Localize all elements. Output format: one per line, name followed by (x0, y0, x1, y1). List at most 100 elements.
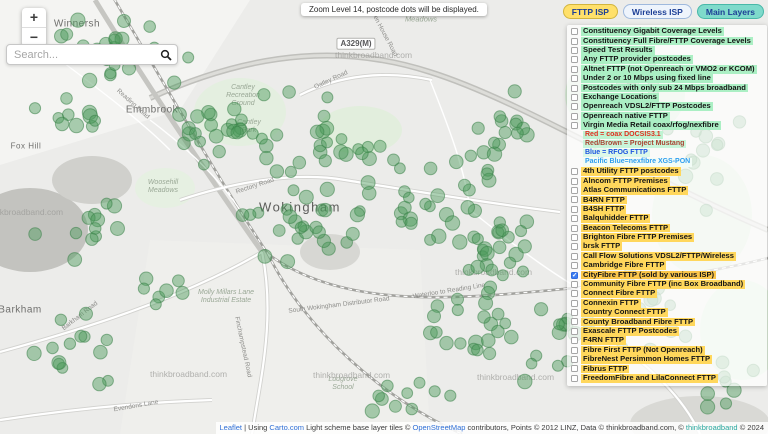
postcode-dot[interactable] (272, 224, 286, 237)
postcode-dot[interactable] (26, 345, 42, 361)
postcode-dot[interactable] (257, 249, 273, 264)
layer-checkbox[interactable] (571, 205, 578, 213)
postcode-dot[interactable] (60, 92, 73, 105)
postcode-dot[interactable] (167, 75, 182, 90)
postcode-dot[interactable] (471, 121, 485, 135)
postcode-dot[interactable] (74, 329, 88, 343)
layer-label[interactable]: FibreNest Persimmon Homes FTTP (581, 354, 713, 364)
postcode-dot[interactable] (70, 12, 86, 28)
layer-checkbox[interactable] (571, 299, 578, 307)
layer-label[interactable]: Any FTTP provider postcodes (581, 55, 693, 65)
postcode-dot[interactable] (503, 256, 517, 269)
postcode-dot[interactable] (28, 102, 42, 115)
attribution-link[interactable]: thinkbroadband (686, 423, 738, 432)
postcode-dot[interactable] (519, 214, 535, 229)
postcode-dot[interactable] (63, 337, 77, 350)
postcode-dot[interactable] (259, 138, 274, 154)
postcode-dot[interactable] (449, 154, 464, 170)
layer-label[interactable]: Connect Fibre FTTP (581, 289, 658, 299)
postcode-dot[interactable] (373, 139, 387, 153)
layer-label[interactable]: 4th Utility FTTP postcodes (581, 167, 681, 177)
layer-checkbox[interactable] (571, 346, 578, 354)
postcode-dot[interactable] (486, 146, 503, 162)
main-layers-button[interactable]: Main Layers (696, 4, 764, 19)
fttp-isp-button[interactable]: FTTP ISP (562, 4, 618, 19)
layer-checkbox[interactable] (571, 122, 578, 130)
postcode-dot[interactable] (28, 227, 42, 241)
attribution-link[interactable]: OpenStreetMap (413, 423, 466, 432)
postcode-dot[interactable] (491, 324, 505, 339)
zoom-in-button[interactable]: + (22, 8, 46, 27)
search-input[interactable] (12, 47, 160, 62)
layer-checkbox[interactable] (571, 290, 578, 298)
layer-checkbox[interactable] (571, 224, 578, 232)
postcode-dot[interactable] (427, 309, 441, 324)
layer-checkbox[interactable] (571, 374, 578, 382)
postcode-dot[interactable] (317, 109, 331, 123)
postcode-dot[interactable] (149, 298, 162, 311)
postcode-dot[interactable] (451, 303, 464, 317)
postcode-dot[interactable] (458, 178, 471, 192)
postcode-dot[interactable] (282, 209, 298, 225)
postcode-dot[interactable] (60, 27, 74, 41)
postcode-dot[interactable] (259, 150, 274, 166)
attribution-link[interactable]: Carto.com (269, 423, 304, 432)
layer-checkbox[interactable] (571, 215, 578, 223)
postcode-dot[interactable] (444, 215, 461, 231)
postcode-dot[interactable] (507, 84, 522, 99)
layer-checkbox[interactable] (571, 46, 578, 54)
layer-checkbox[interactable] (571, 37, 578, 45)
layer-checkbox[interactable] (571, 177, 578, 185)
layer-label[interactable]: brsk FTTP (581, 242, 623, 252)
layer-row[interactable]: FibreNest Persimmon Homes FTTP (569, 354, 767, 364)
layer-checkbox[interactable] (571, 112, 578, 120)
layer-checkbox[interactable] (571, 318, 578, 326)
postcode-dot[interactable] (212, 144, 226, 159)
postcode-dot[interactable] (700, 399, 716, 415)
postcode-dot[interactable] (517, 265, 529, 278)
layer-row[interactable]: Balquhidder FTTP (569, 213, 767, 224)
layer-checkbox[interactable] (571, 327, 578, 335)
layer-checkbox[interactable] (571, 309, 578, 317)
postcode-dot[interactable] (477, 310, 491, 324)
layer-checkbox[interactable] (571, 65, 578, 73)
postcode-dot[interactable] (312, 225, 326, 239)
postcode-dot[interactable] (470, 259, 486, 275)
postcode-dot[interactable] (235, 113, 248, 127)
postcode-dot[interactable] (54, 116, 70, 132)
layer-checkbox[interactable] (571, 168, 578, 176)
postcode-dot[interactable] (284, 165, 297, 178)
layer-label[interactable]: Constituency Gigabit Coverage Levels (581, 26, 724, 37)
postcode-dot[interactable] (483, 346, 497, 361)
postcode-dot[interactable] (172, 274, 185, 288)
postcode-dot[interactable] (444, 389, 457, 402)
search-icon[interactable] (160, 49, 172, 61)
postcode-dot[interactable] (525, 357, 538, 370)
postcode-dot[interactable] (496, 269, 509, 282)
postcode-dot[interactable] (318, 154, 332, 168)
layer-checkbox[interactable] (571, 280, 578, 288)
postcode-dot[interactable] (349, 207, 365, 223)
postcode-dot[interactable] (159, 283, 174, 299)
postcode-dot[interactable] (100, 333, 114, 347)
postcode-dot[interactable] (485, 263, 499, 277)
layer-checkbox[interactable] (571, 93, 578, 101)
postcode-dot[interactable] (517, 373, 533, 390)
postcode-dot[interactable] (498, 125, 512, 140)
postcode-dot[interactable] (172, 107, 187, 122)
postcode-dot[interactable] (460, 200, 476, 215)
layer-checkbox[interactable] (571, 233, 578, 241)
postcode-dot[interactable] (182, 51, 195, 64)
postcode-dot[interactable] (143, 20, 156, 33)
postcode-dot[interactable] (439, 335, 454, 351)
postcode-dot[interactable] (404, 216, 418, 230)
postcode-dot[interactable] (452, 234, 468, 250)
postcode-dot[interactable] (372, 389, 386, 403)
layer-checkbox[interactable]: ✓ (571, 271, 578, 279)
postcode-dot[interactable] (100, 197, 113, 210)
postcode-dot[interactable] (471, 233, 484, 246)
postcode-dot[interactable] (88, 222, 102, 235)
postcode-dot[interactable] (405, 402, 419, 416)
postcode-dot[interactable] (292, 155, 307, 170)
layer-label[interactable]: Openreach VDSL2/FTTP Postcodes (581, 102, 713, 112)
